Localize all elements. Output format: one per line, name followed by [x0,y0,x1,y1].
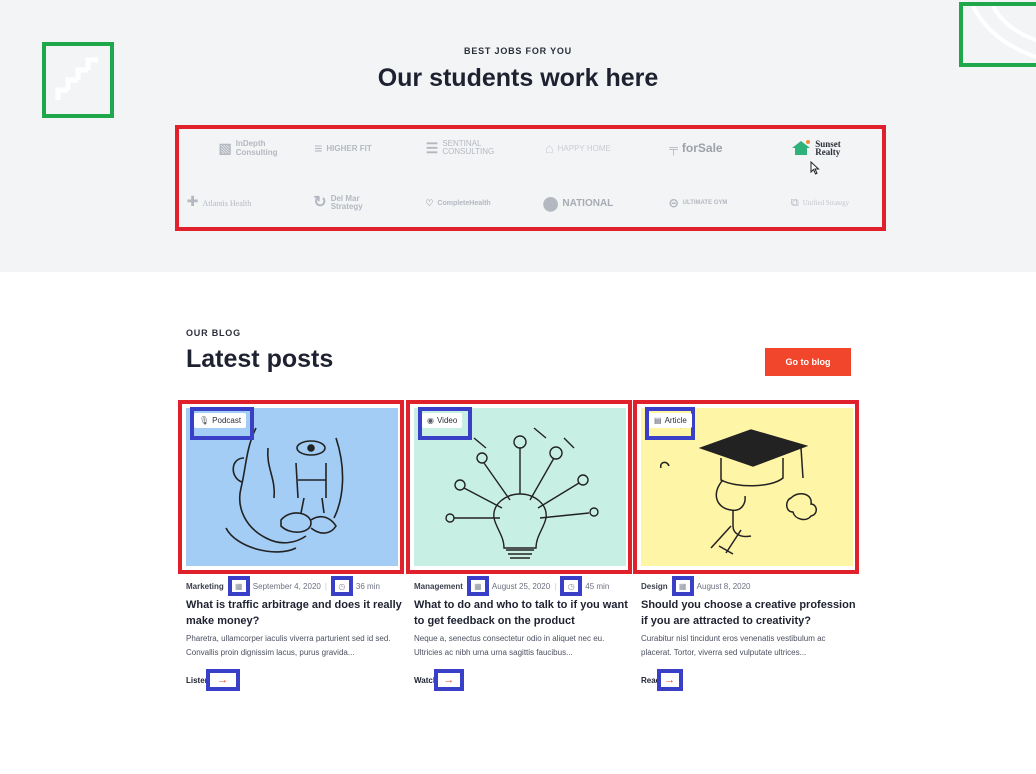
post-category[interactable]: Management [414,582,463,591]
partners-section: BEST JOBS FOR YOU Our students work here… [0,0,1036,272]
logo-ultimate-gym[interactable]: ⊝ ULTIMATE GYM [639,189,757,217]
listen-link[interactable]: Listen → [186,669,240,691]
post-duration: 45 min [585,581,610,591]
calendar-icon: ▦ [671,576,694,596]
wave-icon: ↻ [313,194,327,211]
play-icon: ◉ [427,416,434,425]
logo-happy-home[interactable]: ⌂ HAPPY HOME [519,134,637,162]
clock-icon: ◷ [330,576,353,596]
microphone-icon: 🎙 [199,416,210,425]
post-meta: Marketing ▦ September 4, 2020 | ◷ 36 min [186,576,408,596]
logo-complete-health[interactable]: ♡ CompleteHealth [399,189,517,217]
post-type-badge: ◉ Video [422,413,463,428]
calendar-icon: ▦ [227,576,250,596]
watch-link[interactable]: Watch → [414,669,464,691]
lines-icon: ≡ [314,140,323,156]
arrow-right-icon: → [656,669,683,691]
post-type-badge: ▤ Article [649,413,692,428]
cross-icon: ✚ [186,195,199,210]
post-title[interactable]: Should you choose a creative profession … [641,597,861,629]
logo-del-mar-strategy[interactable]: ↻ Del Mar Strategy [279,189,397,217]
post-date: August 8, 2020 [696,581,751,591]
post-date: August 25, 2020 [491,581,551,591]
overlap-squares-icon: ⧉ [790,196,799,209]
arrow-right-icon: → [433,669,464,691]
arrow-circle-icon: ⊝ [668,196,679,210]
logo-unified-strategy[interactable]: ⧉ Unified Strategy [761,189,879,217]
logo-atlantis-health[interactable]: ✚ Atlantis Health [160,189,278,217]
go-to-blog-button[interactable]: Go to blog [765,348,851,376]
partner-logos-grid: ▧ InDepth Consulting ≡ HIGHER FIT ☰ SENT… [175,125,886,231]
blog-kicker: OUR BLOG [186,328,241,338]
post-date: September 4, 2020 [252,581,321,591]
logo-national[interactable]: ⬤ NATIONAL [519,189,637,217]
arrow-right-icon: → [205,669,240,691]
square-icon: ▧ [218,140,232,156]
post-title[interactable]: What to do and who to talk to if you wan… [414,597,634,629]
sign-icon: ╤ [669,141,678,155]
post-duration: 36 min [355,581,380,591]
blog-title: Latest posts [186,345,334,373]
logo-sunset-realty[interactable]: Sunset Realty [757,134,875,162]
logo-sentinal-consulting[interactable]: ☰ SENTINAL CONSULTING [401,134,519,162]
post-category[interactable]: Marketing [186,582,224,591]
document-icon: ▤ [654,416,662,425]
logo-forsale[interactable]: ╤ forSale [637,134,755,162]
stripes-icon: ☰ [425,140,439,156]
heart-icon: ♡ [425,197,434,208]
post-meta: Design ▦ August 8, 2020 [641,576,863,596]
mouse-cursor-icon [810,161,820,175]
post-type-badge: 🎙 Podcast [194,413,247,428]
clock-icon: ◷ [560,576,583,596]
post-excerpt: Curabitur nisl tincidunt eros venenatis … [641,634,826,657]
sunset-house-icon [791,140,811,156]
post-category[interactable]: Design [641,582,668,591]
post-meta: Management ▦ August 25, 2020 | ◷ 45 min [414,576,636,596]
calendar-icon: ▦ [466,576,489,596]
logo-higher-fit[interactable]: ≡ HIGHER FIT [284,134,402,162]
post-excerpt: Pharetra, ullamcorper iaculis viverra pa… [186,634,391,657]
read-link[interactable]: Read → [641,669,683,691]
shield-icon: ⬤ [542,195,559,211]
house-icon: ⌂ [545,140,554,156]
section-kicker: BEST JOBS FOR YOU [464,46,572,56]
post-title[interactable]: What is traffic arbitrage and does it re… [186,597,406,629]
section-title: Our students work here [377,64,659,92]
post-excerpt: Neque a, senectus consectetur odio in al… [414,634,605,657]
decorative-arc-icon [959,2,1036,67]
